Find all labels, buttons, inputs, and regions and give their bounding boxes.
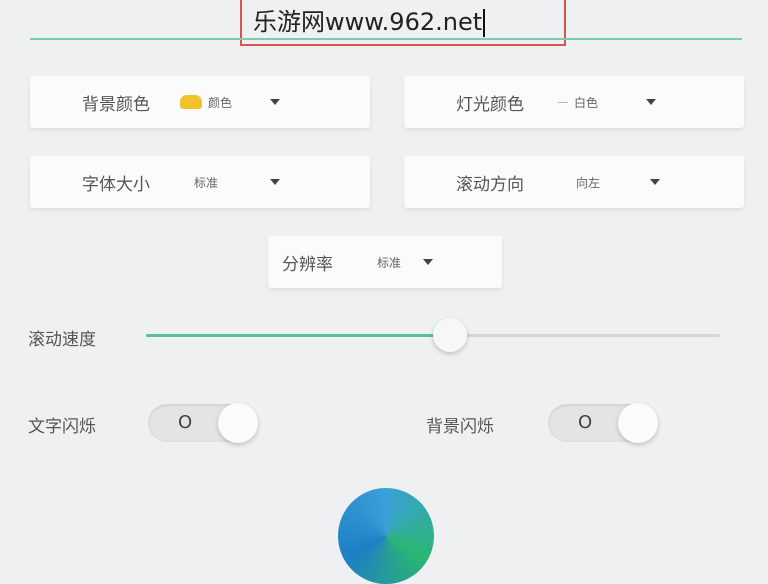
toggle-knob bbox=[618, 403, 658, 443]
font-size-value: 标准 bbox=[194, 175, 219, 190]
marquee-text-input[interactable]: 乐游网www.962.net bbox=[253, 2, 486, 37]
input-underline bbox=[30, 38, 742, 40]
chevron-down-icon bbox=[270, 99, 281, 105]
resolution-selector[interactable]: 分辨率 标准 bbox=[268, 236, 502, 288]
chevron-down-icon bbox=[270, 179, 281, 185]
font-size-label: 字体大小 bbox=[82, 174, 150, 195]
scroll-direction-label: 滚动方向 bbox=[456, 174, 524, 195]
slider-thumb[interactable] bbox=[433, 318, 468, 352]
scroll-speed-slider[interactable] bbox=[146, 318, 720, 352]
text-flash-label: 文字闪烁 bbox=[28, 417, 96, 437]
light-color-value: 白色 bbox=[574, 95, 599, 110]
text-caret bbox=[483, 9, 486, 37]
scroll-direction-selector[interactable]: 滚动方向 向左 bbox=[404, 156, 744, 208]
color-swatch-icon bbox=[180, 95, 202, 109]
start-button[interactable] bbox=[338, 488, 434, 584]
toggle-knob bbox=[218, 403, 258, 443]
bg-color-value: 颜色 bbox=[208, 95, 233, 110]
chevron-down-icon bbox=[650, 179, 661, 185]
bg-flash-toggle[interactable]: O bbox=[548, 403, 658, 443]
marquee-text-value: 乐游网www.962.net bbox=[253, 8, 483, 36]
resolution-value: 标准 bbox=[377, 255, 402, 270]
slider-fill bbox=[146, 334, 451, 337]
marquee-text-field[interactable]: 乐游网www.962.net bbox=[30, 0, 742, 46]
bg-color-label: 背景颜色 bbox=[82, 94, 150, 115]
chevron-down-icon bbox=[423, 259, 434, 265]
light-swatch-icon bbox=[558, 101, 568, 103]
light-color-label: 灯光颜色 bbox=[456, 94, 524, 115]
light-color-selector[interactable]: 灯光颜色 白色 bbox=[404, 76, 744, 128]
chevron-down-icon bbox=[646, 99, 657, 105]
text-flash-toggle[interactable]: O bbox=[148, 403, 258, 443]
toggle-state-text: O bbox=[178, 412, 193, 433]
resolution-label: 分辨率 bbox=[282, 254, 333, 275]
scroll-speed-label: 滚动速度 bbox=[28, 330, 96, 350]
toggle-state-text: O bbox=[578, 412, 593, 433]
bg-flash-label: 背景闪烁 bbox=[426, 417, 494, 437]
font-size-selector[interactable]: 字体大小 标准 bbox=[30, 156, 370, 208]
scroll-direction-value: 向左 bbox=[576, 175, 601, 190]
bg-color-selector[interactable]: 背景颜色 颜色 bbox=[30, 76, 370, 128]
